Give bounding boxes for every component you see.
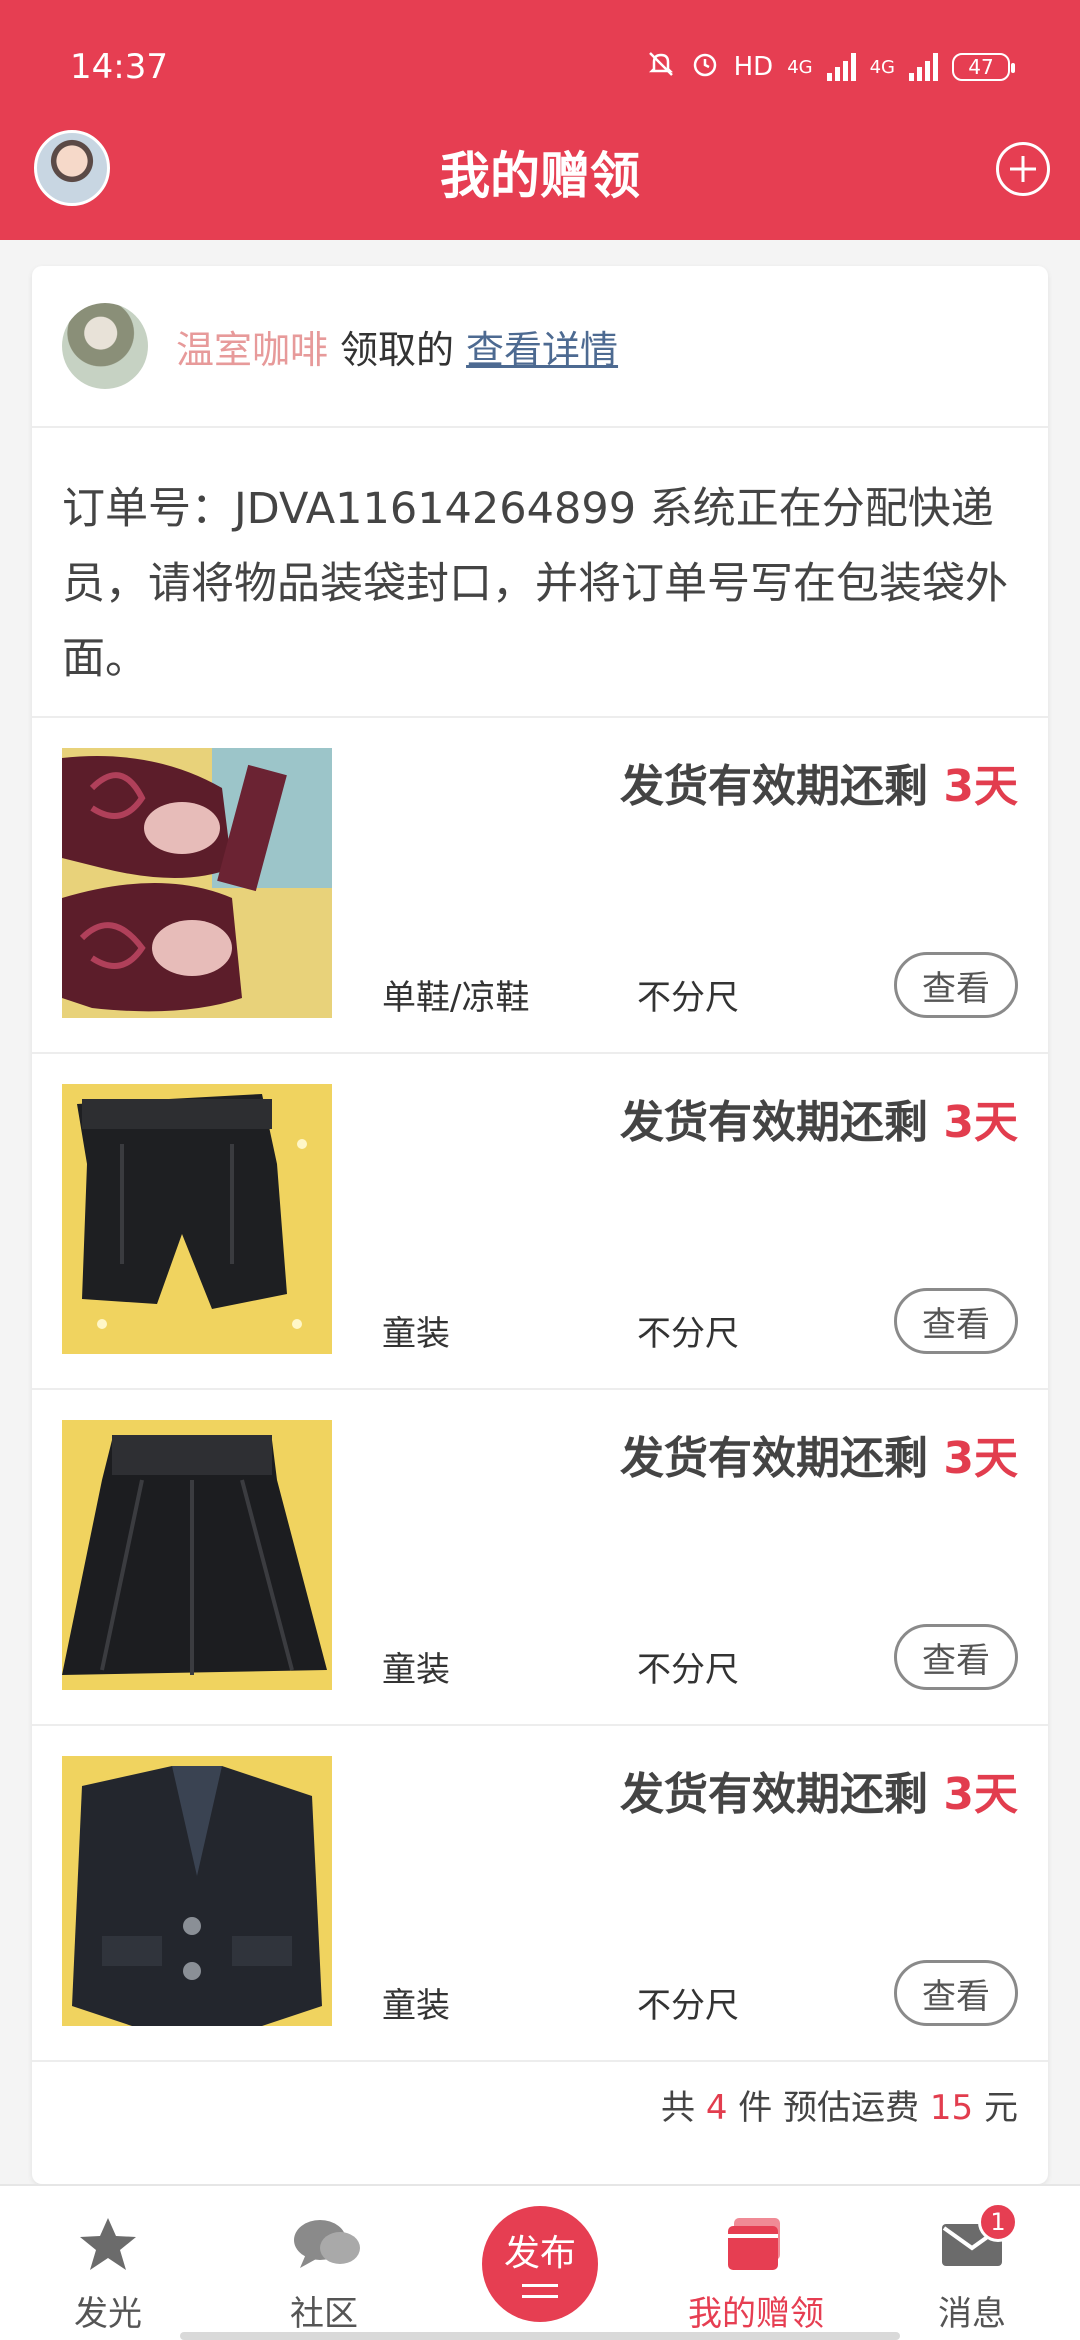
deadline-label: 发货有效期还剩 xyxy=(620,1433,929,1484)
signal-4g-label: 4G xyxy=(787,56,813,78)
status-icons: HD 4G 4G 47 xyxy=(646,49,1015,86)
list-item: 发货有效期还剩 3天 单鞋/凉鞋 不分尺 查看 xyxy=(32,718,1048,1054)
gift-cards-icon xyxy=(724,2214,788,2274)
bottom-tab-bar: 发光 社区 发布 我的赠领 1 消息 xyxy=(0,2184,1080,2340)
summary-unit: 元 xyxy=(984,2088,1018,2128)
alarm-icon xyxy=(690,49,720,86)
claimer-avatar[interactable] xyxy=(62,303,148,389)
tab-messages[interactable]: 1 消息 xyxy=(864,2186,1080,2340)
item-size: 不分尺 xyxy=(637,1650,739,1690)
claimer-name[interactable]: 温室咖啡 xyxy=(176,319,328,374)
order-summary: 共 4 件 预估运费 15 元 xyxy=(32,2080,1018,2129)
signal-icon-2 xyxy=(909,53,938,81)
item-photo-shorts[interactable] xyxy=(62,1084,332,1354)
top-bar: 14:37 HD 4G 4G 47 我的赠领 xyxy=(0,0,1080,240)
battery-level: 47 xyxy=(968,55,994,79)
deadline-label: 发货有效期还剩 xyxy=(620,1769,929,1820)
deadline-days: 3天 xyxy=(943,1433,1018,1484)
item-category: 单鞋/凉鞋 xyxy=(382,978,530,1018)
battery-icon: 47 xyxy=(952,53,1015,81)
summary-prefix: 共 xyxy=(661,2088,696,2128)
publish-label: 发布 xyxy=(503,2233,576,2274)
page-title: 我的赠领 xyxy=(440,147,640,205)
summary-fee: 15 xyxy=(929,2088,974,2128)
item-size: 不分尺 xyxy=(637,978,739,1018)
message-badge: 1 xyxy=(978,2202,1018,2242)
claim-action: 领取的 xyxy=(340,327,455,372)
list-item: 发货有效期还剩 3天 童装 不分尺 查看 xyxy=(32,1390,1048,1726)
item-size: 不分尺 xyxy=(637,1986,739,2026)
item-list: 发货有效期还剩 3天 单鞋/凉鞋 不分尺 查看 发货有效期还剩 3天 童装 不分… xyxy=(32,718,1048,2062)
signal-icon xyxy=(826,53,856,81)
add-button[interactable] xyxy=(996,142,1050,196)
tab-label: 消息 xyxy=(938,2294,1006,2334)
tab-community[interactable]: 社区 xyxy=(216,2186,432,2340)
status-time: 14:37 xyxy=(70,47,168,87)
view-button[interactable]: 查看 xyxy=(894,952,1018,1018)
item-photo-jacket[interactable] xyxy=(62,1756,332,2026)
claim-row: 温室咖啡 领取的 查看详情 xyxy=(32,266,1048,428)
list-item: 发货有效期还剩 3天 童装 不分尺 查看 xyxy=(32,1726,1048,2062)
list-item: 发货有效期还剩 3天 童装 不分尺 查看 xyxy=(32,1054,1048,1390)
ship-deadline: 发货有效期还剩 3天 xyxy=(620,750,1018,814)
deadline-days: 3天 xyxy=(943,761,1018,812)
view-button[interactable]: 查看 xyxy=(894,1624,1018,1690)
nav-bar: 我的赠领 xyxy=(0,128,1080,212)
summary-mid: 件 预估运费 xyxy=(738,2088,920,2128)
star-icon xyxy=(76,2214,140,2274)
hd-label: HD xyxy=(733,52,774,82)
view-details-link[interactable]: 查看详情 xyxy=(466,319,618,374)
tab-my-gifts[interactable]: 我的赠领 xyxy=(648,2186,864,2340)
item-photo-skirt[interactable] xyxy=(62,1420,332,1690)
tab-label: 社区 xyxy=(290,2294,358,2334)
status-bar: 14:37 HD 4G 4G 47 xyxy=(70,42,1015,92)
deadline-label: 发货有效期还剩 xyxy=(620,761,929,812)
item-category: 童装 xyxy=(382,1986,450,2026)
deadline-days: 3天 xyxy=(943,1769,1018,1820)
deadline-label: 发货有效期还剩 xyxy=(620,1097,929,1148)
order-notice: 订单号：JDVA11614264899 系统正在分配快递员，请将物品装袋封口，并… xyxy=(32,428,1048,718)
item-photo-shoes[interactable] xyxy=(62,748,332,1018)
publish-button[interactable]: 发布 xyxy=(482,2206,598,2322)
summary-count: 4 xyxy=(705,2088,728,2128)
publish-icon xyxy=(522,2284,558,2298)
ship-deadline: 发货有效期还剩 3天 xyxy=(620,1086,1018,1150)
tab-shine[interactable]: 发光 xyxy=(0,2186,216,2340)
tab-label: 我的赠领 xyxy=(688,2294,824,2334)
item-category: 童装 xyxy=(382,1650,450,1690)
ship-deadline: 发货有效期还剩 3天 xyxy=(620,1422,1018,1486)
tab-label: 发光 xyxy=(74,2294,142,2334)
home-indicator[interactable] xyxy=(180,2332,900,2340)
item-size: 不分尺 xyxy=(637,1314,739,1354)
order-card: 温室咖啡 领取的 查看详情 订单号：JDVA11614264899 系统正在分配… xyxy=(32,266,1048,2184)
view-button[interactable]: 查看 xyxy=(894,1960,1018,2026)
mute-icon xyxy=(646,49,676,86)
view-button[interactable]: 查看 xyxy=(894,1288,1018,1354)
ship-deadline: 发货有效期还剩 3天 xyxy=(620,1758,1018,1822)
item-category: 童装 xyxy=(382,1314,450,1354)
deadline-days: 3天 xyxy=(943,1097,1018,1148)
chat-bubbles-icon xyxy=(292,2214,360,2274)
signal-4g-label-2: 4G xyxy=(869,56,895,78)
